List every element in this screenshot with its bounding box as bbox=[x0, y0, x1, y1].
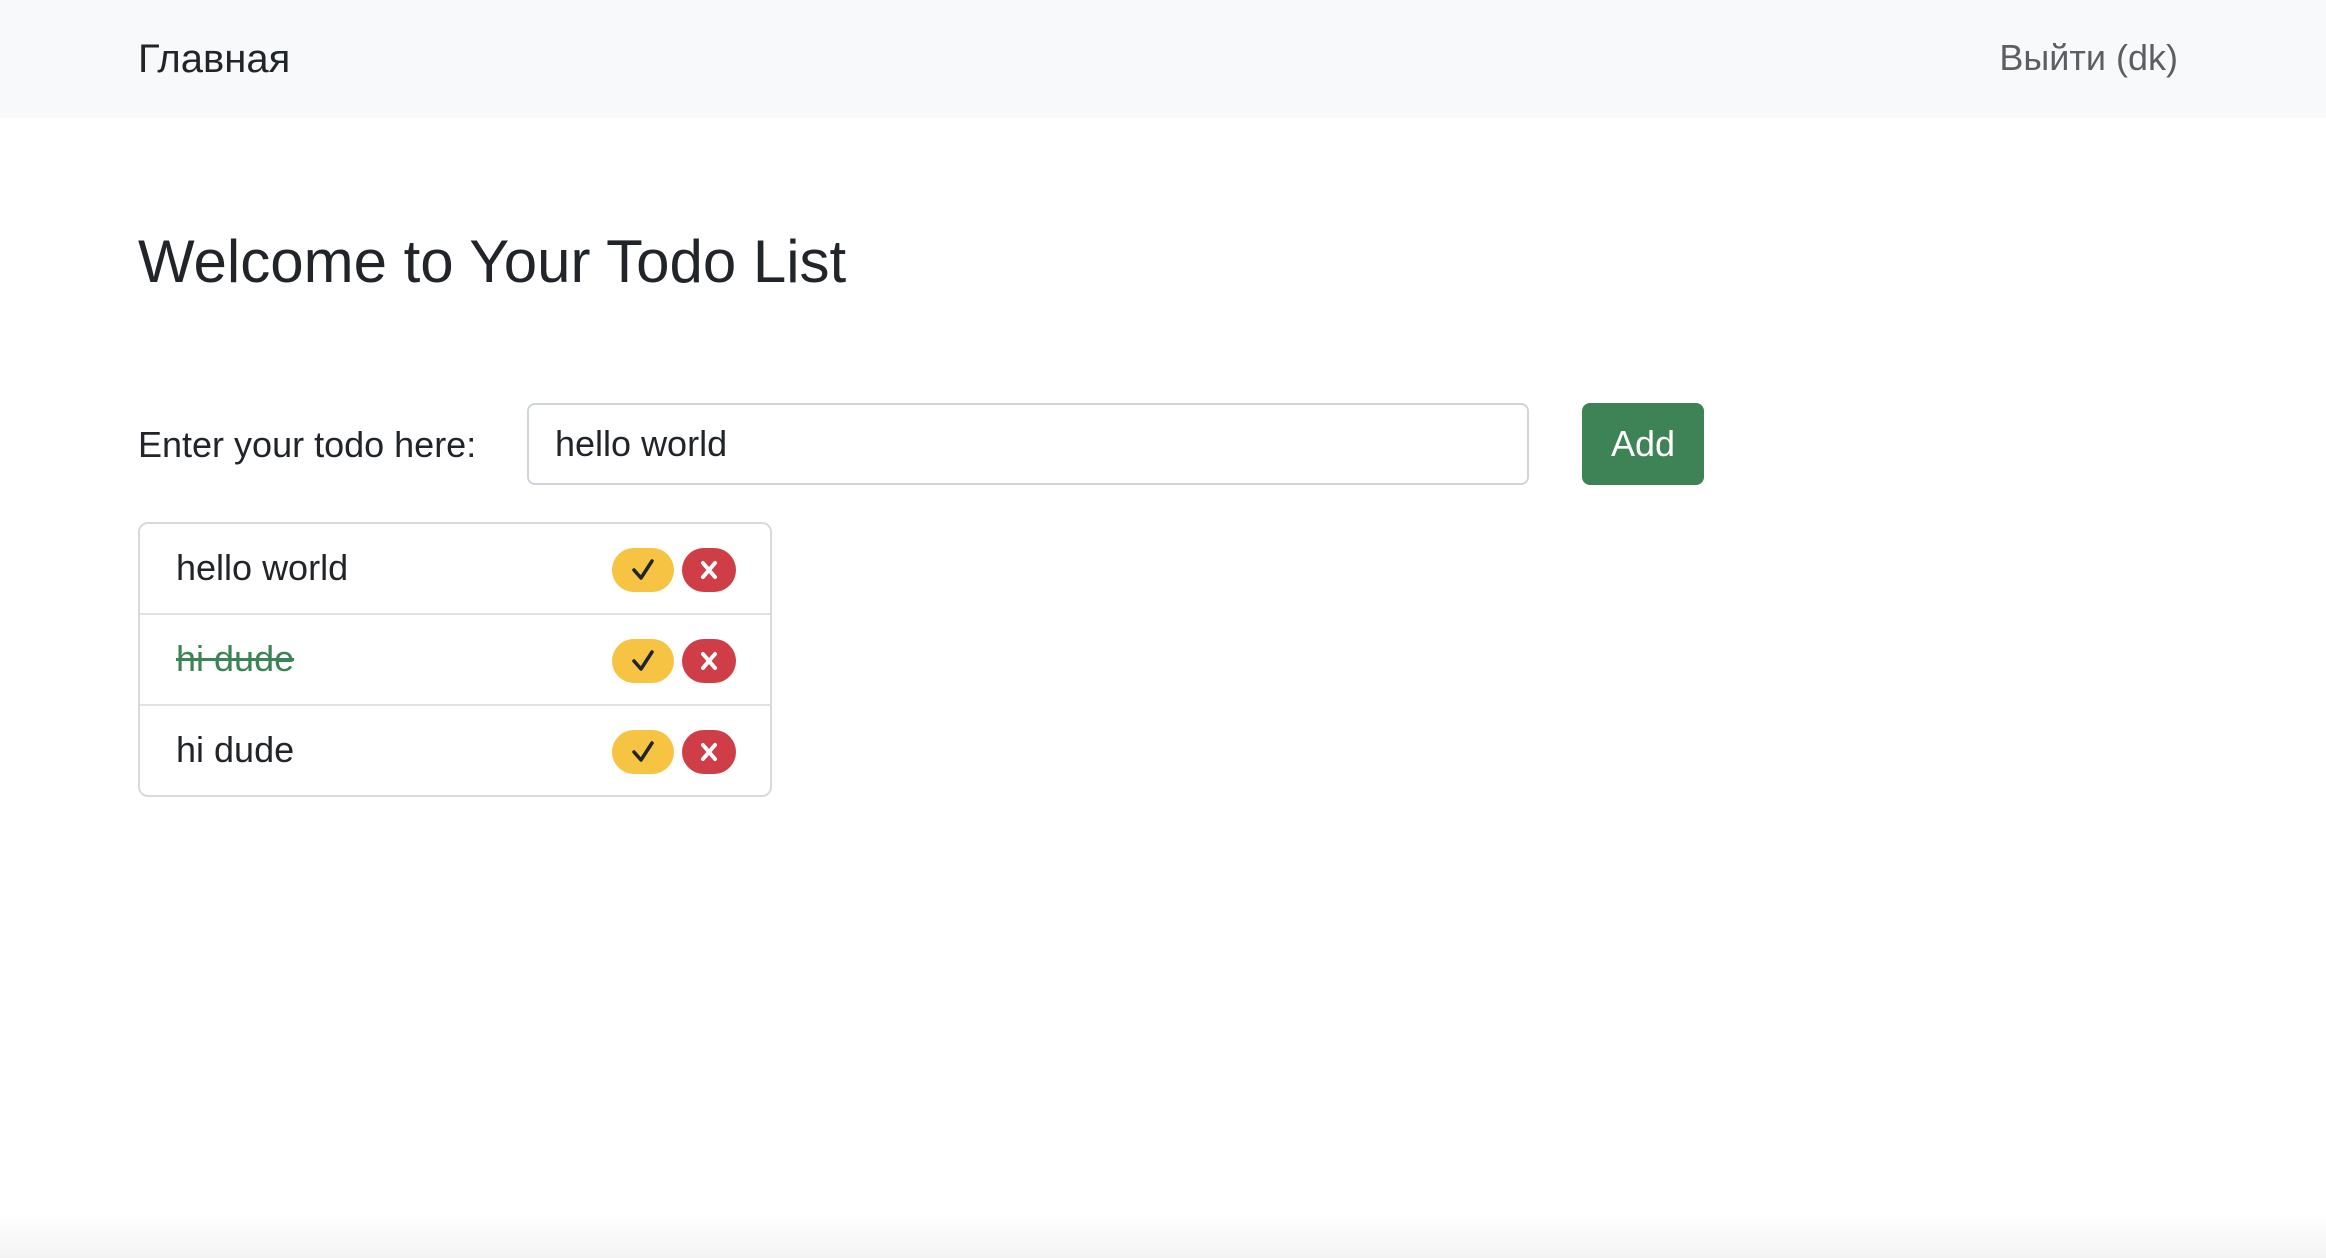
todo-input[interactable] bbox=[527, 403, 1529, 485]
add-button[interactable]: Add bbox=[1582, 403, 1704, 485]
footer-shade bbox=[0, 1214, 2326, 1258]
delete-button[interactable] bbox=[682, 730, 736, 774]
todo-input-label: Enter your todo here: bbox=[138, 424, 477, 465]
todo-item: hi dude bbox=[140, 706, 770, 795]
todo-item: hi dude bbox=[140, 615, 770, 706]
checkmark-icon bbox=[632, 559, 654, 580]
page-title: Welcome to Your Todo List bbox=[138, 228, 847, 295]
x-icon bbox=[701, 652, 717, 670]
brand-link[interactable]: Главная bbox=[138, 34, 290, 84]
x-icon bbox=[701, 561, 717, 579]
checkmark-icon bbox=[632, 741, 654, 762]
todo-text: hi dude bbox=[176, 729, 295, 770]
delete-button[interactable] bbox=[682, 639, 736, 683]
todo-text: hello world bbox=[176, 547, 349, 588]
todo-item: hello world bbox=[140, 524, 770, 615]
complete-button[interactable] bbox=[612, 548, 674, 592]
delete-button[interactable] bbox=[682, 548, 736, 592]
complete-button[interactable] bbox=[612, 639, 674, 683]
todo-list: hello world hi dude hi dude bbox=[138, 522, 772, 797]
logout-link[interactable]: Выйти (dk) bbox=[1999, 34, 2178, 82]
todo-text-completed: hi dude bbox=[176, 638, 295, 679]
complete-button[interactable] bbox=[612, 730, 674, 774]
navbar: Главная Выйти (dk) bbox=[0, 0, 2326, 118]
checkmark-icon bbox=[632, 650, 654, 671]
x-icon bbox=[701, 743, 717, 761]
